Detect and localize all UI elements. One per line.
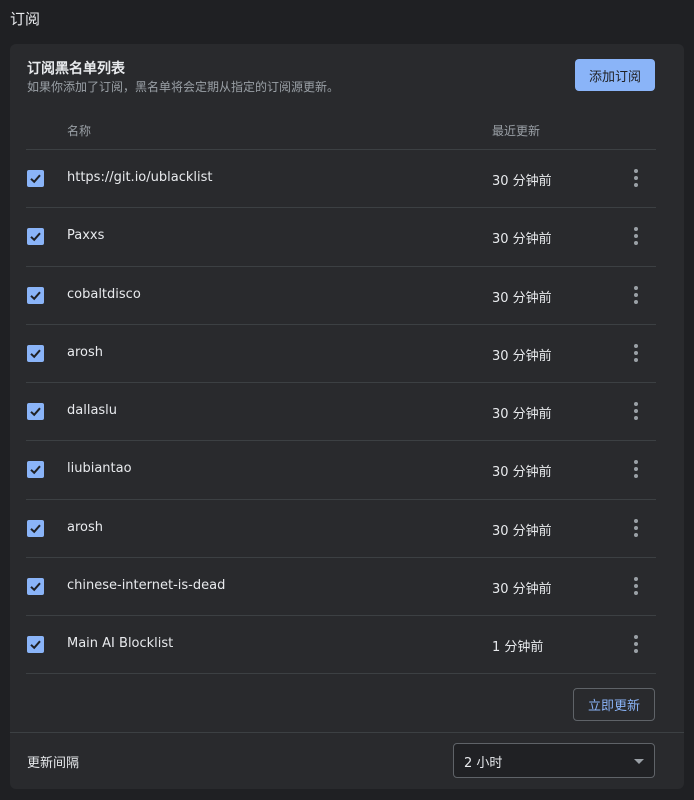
column-header-name: 名称 <box>67 124 92 138</box>
table-row: dallaslu 30 分钟前 <box>26 382 656 440</box>
enabled-checkbox[interactable] <box>27 344 44 362</box>
subscription-name: liubiantao <box>67 461 132 477</box>
checkmark-icon <box>30 466 41 475</box>
checkmark-icon <box>30 524 41 534</box>
subscription-updated: 30 分钟前 <box>492 348 552 364</box>
enabled-checkbox[interactable] <box>27 170 44 187</box>
more-vert-icon[interactable] <box>626 164 646 192</box>
more-vert-icon[interactable] <box>626 397 646 425</box>
card-description: 如果你添加了订阅，黑名单将会定期从指定的订阅源更新。 <box>27 80 340 94</box>
column-header-updated: 最近更新 <box>492 124 541 138</box>
dropdown-caret-icon <box>634 759 644 764</box>
enabled-checkbox[interactable] <box>27 403 44 421</box>
table-row: https://git.io/ublacklist 30 分钟前 <box>26 149 656 207</box>
checkmark-icon <box>30 291 41 300</box>
checkmark-icon <box>30 407 41 417</box>
table-row: liubiantao 30 分钟前 <box>26 440 656 498</box>
table-row: arosh 30 分钟前 <box>26 323 656 382</box>
subscription-name: chinese-internet-is-dead <box>67 578 226 594</box>
enabled-checkbox[interactable] <box>27 578 44 596</box>
enabled-checkbox[interactable] <box>27 519 44 537</box>
enabled-checkbox[interactable] <box>27 636 44 654</box>
table-header: 名称 最近更新 <box>10 120 684 150</box>
checkmark-icon <box>30 174 41 184</box>
subscription-list: https://git.io/ublacklist 30 分钟前 Paxxs 30 分… <box>26 149 656 674</box>
table-row: Main AI Blocklist 1 分钟前 <box>26 615 656 674</box>
subscription-updated: 30 分钟前 <box>492 523 552 539</box>
checkmark-icon <box>30 582 41 592</box>
subscription-name: Paxxs <box>67 228 105 244</box>
subscription-updated: 30 分钟前 <box>492 465 552 481</box>
enabled-checkbox[interactable] <box>27 228 44 246</box>
checkmark-icon <box>30 640 41 650</box>
more-vert-icon[interactable] <box>626 455 646 483</box>
update-interval-value: 2 小时 <box>464 756 503 771</box>
enabled-checkbox[interactable] <box>27 286 44 304</box>
more-vert-icon[interactable] <box>626 222 646 250</box>
subscription-name: Main AI Blocklist <box>67 636 174 652</box>
subscription-updated: 30 分钟前 <box>492 174 552 189</box>
subscription-name: https://git.io/ublacklist <box>67 170 213 185</box>
subscription-updated: 1 分钟前 <box>492 640 544 656</box>
more-vert-icon[interactable] <box>626 572 646 600</box>
add-subscription-button[interactable]: 添加订阅 <box>575 59 655 91</box>
card-title: 订阅黑名单列表 <box>27 61 125 77</box>
subscription-updated: 30 分钟前 <box>492 232 552 248</box>
more-vert-icon[interactable] <box>626 514 646 542</box>
checkmark-icon <box>30 232 41 242</box>
subscription-name: cobaltdisco <box>67 286 141 302</box>
subscription-name: arosh <box>67 344 103 360</box>
update-interval-label: 更新间隔 <box>27 756 80 771</box>
subscription-name: dallaslu <box>67 403 118 419</box>
checkmark-icon <box>30 349 41 359</box>
table-row: Paxxs 30 分钟前 <box>26 207 656 265</box>
update-now-button[interactable]: 立即更新 <box>573 688 655 721</box>
subscription-updated: 30 分钟前 <box>492 582 552 598</box>
table-row: arosh 30 分钟前 <box>26 498 656 557</box>
subscription-updated: 30 分钟前 <box>492 407 552 423</box>
subscription-name: arosh <box>67 519 103 535</box>
more-vert-icon[interactable] <box>626 281 646 309</box>
card-header: 订阅黑名单列表 如果你添加了订阅，黑名单将会定期从指定的订阅源更新。 添加订阅 <box>10 44 684 104</box>
update-interval-select[interactable]: 2 小时 <box>453 743 655 778</box>
table-row: chinese-internet-is-dead 30 分钟前 <box>26 557 656 615</box>
page-title: 订阅 <box>10 10 41 28</box>
subscription-updated: 30 分钟前 <box>492 290 552 306</box>
table-row: cobaltdisco 30 分钟前 <box>26 265 656 324</box>
subscriptions-card: 订阅黑名单列表 如果你添加了订阅，黑名单将会定期从指定的订阅源更新。 添加订阅 … <box>10 44 684 789</box>
divider <box>10 732 684 733</box>
more-vert-icon[interactable] <box>626 630 646 658</box>
more-vert-icon[interactable] <box>626 339 646 367</box>
enabled-checkbox[interactable] <box>27 461 44 479</box>
